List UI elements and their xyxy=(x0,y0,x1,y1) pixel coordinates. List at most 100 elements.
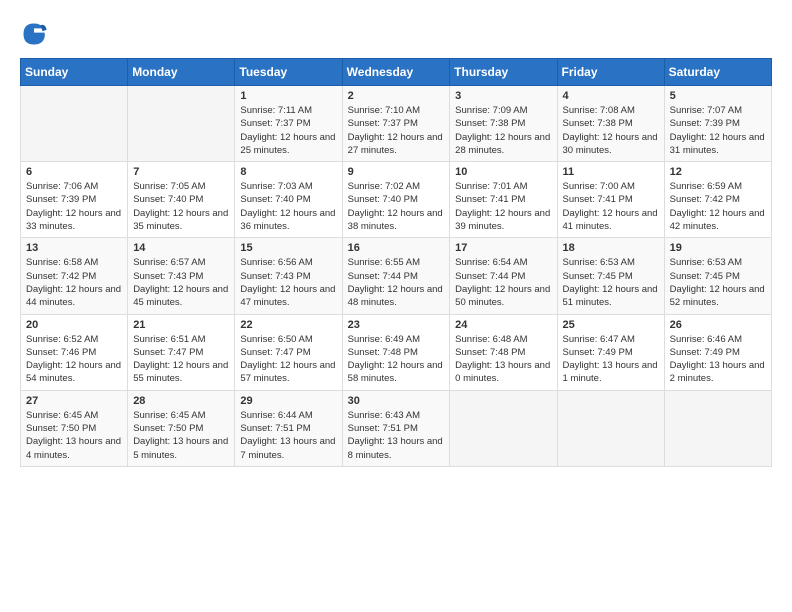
day-number: 27 xyxy=(26,395,122,407)
calendar-cell: 22 Sunrise: 6:50 AMSunset: 7:47 PMDayligh… xyxy=(235,314,342,390)
day-number: 10 xyxy=(455,166,551,178)
calendar-cell: 20 Sunrise: 6:52 AMSunset: 7:46 PMDayligh… xyxy=(21,314,128,390)
calendar-cell: 29Sunrise: 6:44 AMSunset: 7:51 PMDayligh… xyxy=(235,390,342,466)
day-of-week-header: Saturday xyxy=(664,59,771,86)
day-info: Sunrise: 6:44 AMSunset: 7:51 PMDaylight:… xyxy=(240,409,336,462)
day-number: 4 xyxy=(563,90,659,102)
calendar-week-row: 13 Sunrise: 6:58 AMSunset: 7:42 PMDayligh… xyxy=(21,238,772,314)
calendar-cell: 10 Sunrise: 7:01 AMSunset: 7:41 PMDayligh… xyxy=(450,162,557,238)
day-of-week-header: Wednesday xyxy=(342,59,450,86)
calendar-cell: 5 Sunrise: 7:07 AMSunset: 7:39 PMDaylight… xyxy=(664,86,771,162)
day-number: 23 xyxy=(348,319,445,331)
calendar-cell: 27 Sunrise: 6:45 AMSunset: 7:50 PMDayligh… xyxy=(21,390,128,466)
calendar-table: SundayMondayTuesdayWednesdayThursdayFrid… xyxy=(20,58,772,467)
day-info: Sunrise: 6:45 AMSunset: 7:50 PMDaylight:… xyxy=(133,409,229,462)
day-info: Sunrise: 7:06 AMSunset: 7:39 PMDaylight:… xyxy=(26,180,122,233)
day-info: Sunrise: 7:07 AMSunset: 7:39 PMDaylight:… xyxy=(670,104,766,157)
day-info: Sunrise: 6:59 AMSunset: 7:42 PMDaylight:… xyxy=(670,180,766,233)
day-info: Sunrise: 6:52 AMSunset: 7:46 PMDaylight:… xyxy=(26,333,122,386)
calendar-cell: 11 Sunrise: 7:00 AMSunset: 7:41 PMDayligh… xyxy=(557,162,664,238)
day-number: 20 xyxy=(26,319,122,331)
day-info: Sunrise: 6:54 AMSunset: 7:44 PMDaylight:… xyxy=(455,256,551,309)
calendar-cell: 6 Sunrise: 7:06 AMSunset: 7:39 PMDaylight… xyxy=(21,162,128,238)
day-number: 28 xyxy=(133,395,229,407)
day-info: Sunrise: 7:01 AMSunset: 7:41 PMDaylight:… xyxy=(455,180,551,233)
calendar-cell: 16Sunrise: 6:55 AMSunset: 7:44 PMDayligh… xyxy=(342,238,450,314)
calendar-cell: 28 Sunrise: 6:45 AMSunset: 7:50 PMDayligh… xyxy=(128,390,235,466)
calendar-cell: 13 Sunrise: 6:58 AMSunset: 7:42 PMDayligh… xyxy=(21,238,128,314)
day-number: 13 xyxy=(26,242,122,254)
day-number: 1 xyxy=(240,90,336,102)
day-number: 17 xyxy=(455,242,551,254)
day-info: Sunrise: 7:02 AMSunset: 7:40 PMDaylight:… xyxy=(348,180,445,233)
day-number: 19 xyxy=(670,242,766,254)
day-info: Sunrise: 7:03 AMSunset: 7:40 PMDaylight:… xyxy=(240,180,336,233)
calendar-header-row: SundayMondayTuesdayWednesdayThursdayFrid… xyxy=(21,59,772,86)
day-of-week-header: Tuesday xyxy=(235,59,342,86)
day-number: 14 xyxy=(133,242,229,254)
day-info: Sunrise: 6:48 AMSunset: 7:48 PMDaylight:… xyxy=(455,333,551,386)
calendar-cell xyxy=(664,390,771,466)
day-of-week-header: Thursday xyxy=(450,59,557,86)
page-header xyxy=(20,20,772,48)
calendar-cell: 18 Sunrise: 6:53 AMSunset: 7:45 PMDayligh… xyxy=(557,238,664,314)
day-number: 25 xyxy=(563,319,659,331)
day-number: 26 xyxy=(670,319,766,331)
calendar-cell: 30 Sunrise: 6:43 AMSunset: 7:51 PMDayligh… xyxy=(342,390,450,466)
day-info: Sunrise: 6:49 AMSunset: 7:48 PMDaylight:… xyxy=(348,333,445,386)
day-info: Sunrise: 7:05 AMSunset: 7:40 PMDaylight:… xyxy=(133,180,229,233)
day-info: Sunrise: 7:10 AMSunset: 7:37 PMDaylight:… xyxy=(348,104,445,157)
day-number: 8 xyxy=(240,166,336,178)
calendar-cell: 8 Sunrise: 7:03 AMSunset: 7:40 PMDaylight… xyxy=(235,162,342,238)
day-info: Sunrise: 6:53 AMSunset: 7:45 PMDaylight:… xyxy=(563,256,659,309)
day-info: Sunrise: 6:51 AMSunset: 7:47 PMDaylight:… xyxy=(133,333,229,386)
calendar-cell: 19 Sunrise: 6:53 AMSunset: 7:45 PMDayligh… xyxy=(664,238,771,314)
calendar-week-row: 27 Sunrise: 6:45 AMSunset: 7:50 PMDayligh… xyxy=(21,390,772,466)
day-number: 18 xyxy=(563,242,659,254)
day-of-week-header: Friday xyxy=(557,59,664,86)
day-number: 5 xyxy=(670,90,766,102)
day-info: Sunrise: 6:56 AMSunset: 7:43 PMDaylight:… xyxy=(240,256,336,309)
day-info: Sunrise: 7:08 AMSunset: 7:38 PMDaylight:… xyxy=(563,104,659,157)
day-info: Sunrise: 6:53 AMSunset: 7:45 PMDaylight:… xyxy=(670,256,766,309)
calendar-cell: 2Sunrise: 7:10 AMSunset: 7:37 PMDaylight… xyxy=(342,86,450,162)
calendar-cell: 17 Sunrise: 6:54 AMSunset: 7:44 PMDayligh… xyxy=(450,238,557,314)
calendar-cell: 12 Sunrise: 6:59 AMSunset: 7:42 PMDayligh… xyxy=(664,162,771,238)
day-of-week-header: Monday xyxy=(128,59,235,86)
day-number: 30 xyxy=(348,395,445,407)
calendar-cell xyxy=(450,390,557,466)
calendar-cell: 14 Sunrise: 6:57 AMSunset: 7:43 PMDayligh… xyxy=(128,238,235,314)
calendar-cell xyxy=(557,390,664,466)
day-info: Sunrise: 7:00 AMSunset: 7:41 PMDaylight:… xyxy=(563,180,659,233)
day-number: 22 xyxy=(240,319,336,331)
day-number: 7 xyxy=(133,166,229,178)
day-info: Sunrise: 6:43 AMSunset: 7:51 PMDaylight:… xyxy=(348,409,445,462)
calendar-cell: 1Sunrise: 7:11 AMSunset: 7:37 PMDaylight… xyxy=(235,86,342,162)
calendar-cell: 25Sunrise: 6:47 AMSunset: 7:49 PMDayligh… xyxy=(557,314,664,390)
day-info: Sunrise: 7:09 AMSunset: 7:38 PMDaylight:… xyxy=(455,104,551,157)
calendar-cell: 24 Sunrise: 6:48 AMSunset: 7:48 PMDayligh… xyxy=(450,314,557,390)
day-info: Sunrise: 6:50 AMSunset: 7:47 PMDaylight:… xyxy=(240,333,336,386)
day-of-week-header: Sunday xyxy=(21,59,128,86)
calendar-cell xyxy=(128,86,235,162)
calendar-cell: 15Sunrise: 6:56 AMSunset: 7:43 PMDayligh… xyxy=(235,238,342,314)
calendar-week-row: 6 Sunrise: 7:06 AMSunset: 7:39 PMDaylight… xyxy=(21,162,772,238)
day-number: 21 xyxy=(133,319,229,331)
calendar-cell: 23 Sunrise: 6:49 AMSunset: 7:48 PMDayligh… xyxy=(342,314,450,390)
calendar-cell: 4 Sunrise: 7:08 AMSunset: 7:38 PMDaylight… xyxy=(557,86,664,162)
day-number: 11 xyxy=(563,166,659,178)
calendar-week-row: 1Sunrise: 7:11 AMSunset: 7:37 PMDaylight… xyxy=(21,86,772,162)
day-number: 24 xyxy=(455,319,551,331)
day-number: 6 xyxy=(26,166,122,178)
day-info: Sunrise: 6:45 AMSunset: 7:50 PMDaylight:… xyxy=(26,409,122,462)
day-number: 3 xyxy=(455,90,551,102)
day-info: Sunrise: 6:46 AMSunset: 7:49 PMDaylight:… xyxy=(670,333,766,386)
calendar-cell: 21 Sunrise: 6:51 AMSunset: 7:47 PMDayligh… xyxy=(128,314,235,390)
day-number: 12 xyxy=(670,166,766,178)
calendar-cell: 7 Sunrise: 7:05 AMSunset: 7:40 PMDaylight… xyxy=(128,162,235,238)
day-number: 9 xyxy=(348,166,445,178)
day-info: Sunrise: 6:57 AMSunset: 7:43 PMDaylight:… xyxy=(133,256,229,309)
day-info: Sunrise: 6:58 AMSunset: 7:42 PMDaylight:… xyxy=(26,256,122,309)
logo xyxy=(20,20,52,48)
calendar-cell: 9 Sunrise: 7:02 AMSunset: 7:40 PMDaylight… xyxy=(342,162,450,238)
